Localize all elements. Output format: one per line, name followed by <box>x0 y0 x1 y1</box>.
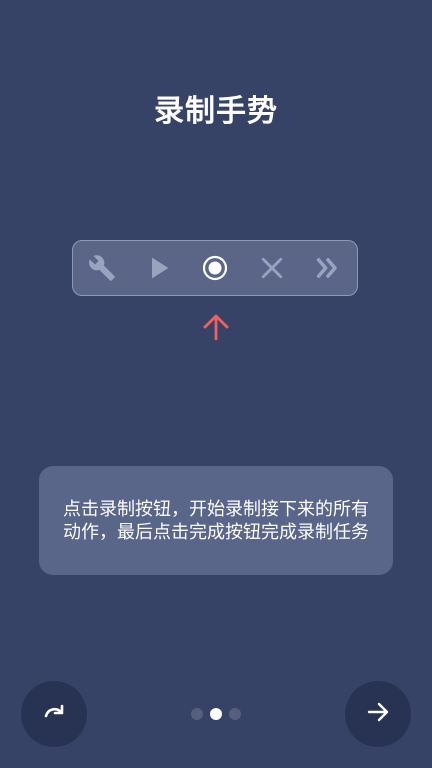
page-indicator <box>191 708 241 720</box>
play-icon[interactable] <box>144 253 174 283</box>
skip-button[interactable] <box>21 681 87 747</box>
instruction-text: 点击录制按钮，开始录制接下来的所有动作，最后点击完成按钮完成录制任务 <box>63 498 369 543</box>
page-dot-3[interactable] <box>229 708 241 720</box>
wrench-icon[interactable] <box>87 253 117 283</box>
redo-icon <box>40 698 68 730</box>
next-button[interactable] <box>345 681 411 747</box>
arrow-up-icon <box>201 312 231 342</box>
instruction-card: 点击录制按钮，开始录制接下来的所有动作，最后点击完成按钮完成录制任务 <box>39 466 393 575</box>
record-icon[interactable] <box>200 253 230 283</box>
close-icon[interactable] <box>257 253 287 283</box>
page-dot-1[interactable] <box>191 708 203 720</box>
arrow-right-icon <box>364 698 392 730</box>
page-title: 录制手势 <box>154 94 278 129</box>
fast-forward-icon[interactable] <box>313 253 343 283</box>
page-dot-2[interactable] <box>210 708 222 720</box>
gesture-toolbar <box>72 240 358 296</box>
